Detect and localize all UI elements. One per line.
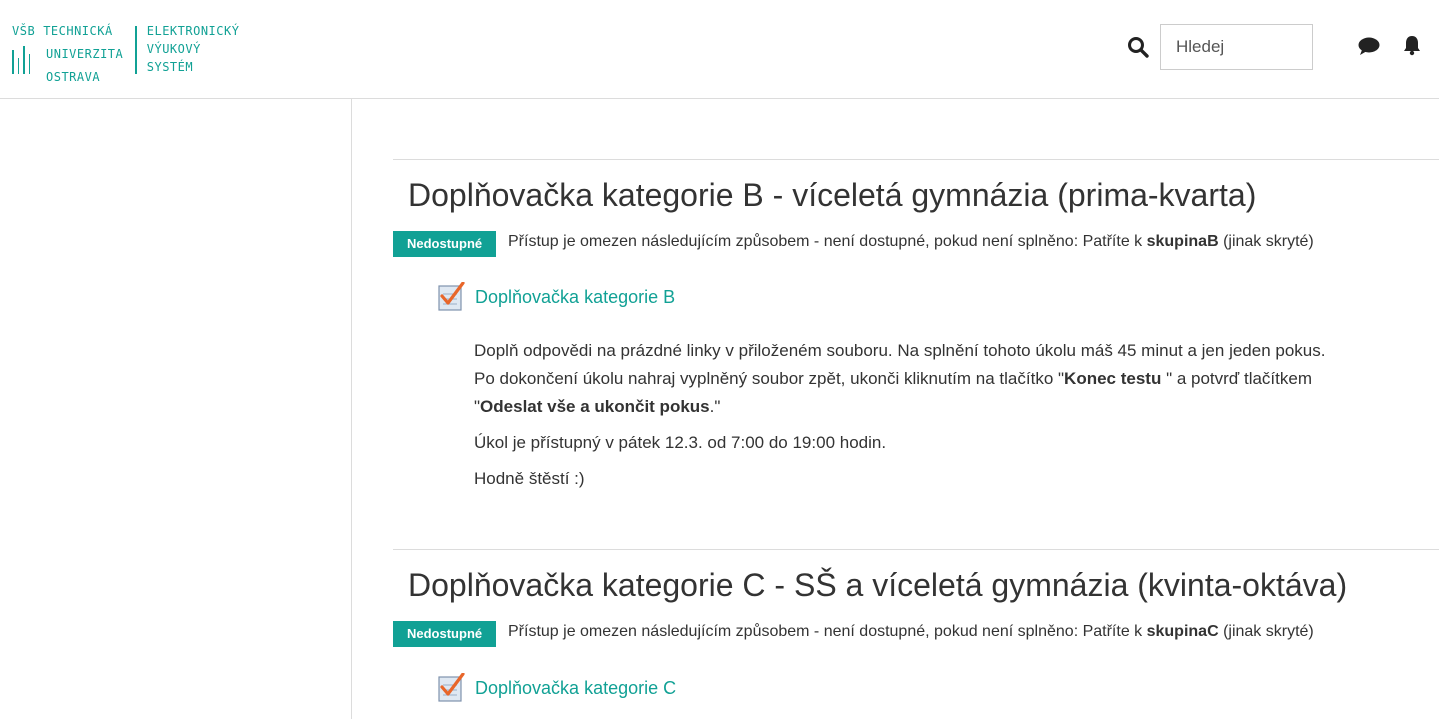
search-input[interactable] bbox=[1160, 24, 1313, 70]
page-header: VŠB TECHNICKÁ UNIVERZITA OSTRAVA ELEKTRO… bbox=[0, 0, 1439, 99]
logo-technicka-text: TECHNICKÁ bbox=[43, 24, 113, 38]
restriction-group: skupinaC bbox=[1146, 623, 1219, 640]
logo-bars-icon bbox=[12, 46, 38, 74]
section-title-b: Doplňovačka kategorie B - víceletá gymná… bbox=[408, 177, 1257, 213]
desc-line: Po dokončení úkolu nahraj vyplněný soubo… bbox=[474, 369, 1065, 388]
description-paragraph: Hodně štěstí :) bbox=[474, 469, 585, 488]
vsb-logo[interactable]: VŠB TECHNICKÁ UNIVERZITA OSTRAVA ELEKTRO… bbox=[12, 22, 239, 86]
logo-sys-line-1: ELEKTRONICKÝ bbox=[146, 24, 240, 38]
desc-line: " a potvrď tlačítkem bbox=[1161, 369, 1312, 388]
status-badge: Nedostupné bbox=[393, 621, 497, 647]
logo-divider bbox=[135, 26, 137, 74]
desc-bold: Odeslat vše a ukončit pokus bbox=[480, 397, 710, 416]
quiz-icon bbox=[438, 673, 465, 702]
logo-sys-line-2: VÝUKOVÝ bbox=[146, 42, 201, 56]
restriction-note: Přístup je omezen následujícím způsobem … bbox=[508, 623, 1314, 641]
restriction-suffix: (jinak skryté) bbox=[1218, 233, 1314, 250]
status-badge: Nedostupné bbox=[393, 231, 497, 257]
restriction-suffix: (jinak skryté) bbox=[1218, 623, 1314, 640]
activity-quiz-c[interactable]: Doplňovačka kategorie C bbox=[437, 673, 676, 703]
desc-line: ." bbox=[709, 397, 721, 416]
description-paragraph: Úkol je přístupný v pátek 12.3. od 7:00 … bbox=[474, 433, 887, 452]
restriction-text: Přístup je omezen následujícím způsobem … bbox=[508, 623, 1147, 640]
activity-link[interactable]: Doplňovačka kategorie B bbox=[475, 287, 675, 308]
section-title-c: Doplňovačka kategorie C - SŠ a víceletá … bbox=[408, 567, 1348, 603]
section-divider bbox=[393, 159, 1439, 160]
restriction-group: skupinaB bbox=[1146, 233, 1219, 250]
messages-icon[interactable] bbox=[1357, 36, 1381, 56]
desc-line: Doplň odpovědi na prázdné linky v přilož… bbox=[474, 341, 1326, 360]
logo-university: VŠB TECHNICKÁ UNIVERZITA OSTRAVA bbox=[12, 22, 123, 86]
logo-ostrava-text: OSTRAVA bbox=[46, 70, 101, 84]
activity-link[interactable]: Doplňovačka kategorie C bbox=[475, 678, 676, 699]
logo-sys-line-3: SYSTÉM bbox=[146, 60, 194, 74]
notifications-bell-icon[interactable] bbox=[1402, 34, 1422, 56]
left-sidebar bbox=[0, 99, 352, 719]
logo-line-1: VŠB TECHNICKÁ bbox=[12, 22, 123, 40]
activity-quiz-b[interactable]: Doplňovačka kategorie B bbox=[437, 282, 675, 312]
restriction-text: Přístup je omezen následujícím způsobem … bbox=[508, 233, 1147, 250]
description-paragraph: Doplň odpovědi na prázdné linky v přilož… bbox=[474, 337, 1404, 421]
activity-description: Doplň odpovědi na prázdné linky v přilož… bbox=[474, 337, 1404, 501]
restriction-note: Přístup je omezen následujícím způsobem … bbox=[508, 233, 1314, 251]
section-divider bbox=[393, 549, 1439, 550]
logo-vsb-text: VŠB bbox=[12, 24, 36, 38]
logo-system: ELEKTRONICKÝ VÝUKOVÝ SYSTÉM bbox=[147, 22, 240, 76]
desc-bold: Konec testu bbox=[1064, 369, 1162, 388]
course-content: Doplňovačka kategorie B - víceletá gymná… bbox=[353, 99, 1439, 719]
search-icon[interactable] bbox=[1127, 36, 1149, 58]
logo-univerzita-text: UNIVERZITA bbox=[46, 47, 124, 61]
logo-line-2: UNIVERZITA bbox=[12, 40, 124, 74]
quiz-icon bbox=[438, 282, 465, 311]
